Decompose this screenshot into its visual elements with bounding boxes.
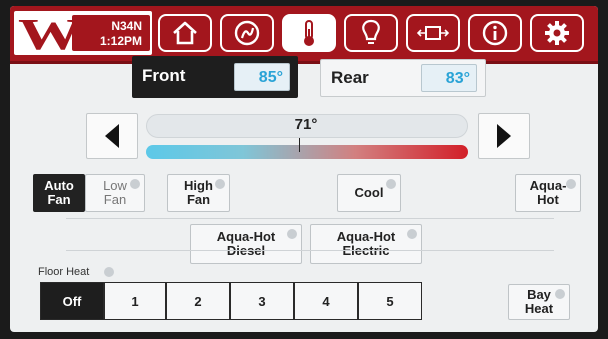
zone-front-button[interactable]: Front 85° [132,56,298,98]
climate-screen: W N34N 1:12PM Front 85° Rear 83° 71° Aut… [10,6,598,332]
zone-rear-label: Rear [331,68,369,87]
aqua-hot-button[interactable]: Aqua- Hot [515,174,581,212]
nav-home-button[interactable] [158,14,212,52]
arrow-left-icon [105,124,119,148]
floor-heat-level-3[interactable]: 3 [230,282,294,320]
setpoint-value: 71° [294,116,318,133]
nav-climate-button[interactable] [282,14,336,52]
floor-heat-level-2[interactable]: 2 [166,282,230,320]
zone-front-temp: 85° [234,63,290,91]
floor-heat-label: Floor Heat [38,266,90,278]
logo-mark: W [18,10,82,59]
zone-rear-button[interactable]: Rear 83° [320,59,486,97]
brand-logo: W N34N 1:12PM [14,10,152,59]
aqua-hot-label-2: Hot [537,192,559,207]
arrow-right-icon [497,124,511,148]
cool-label: Cool [354,185,384,200]
temperature-gradient-bar [146,145,468,159]
generator-icon [234,20,260,46]
aqua-hot-diesel-button[interactable]: Aqua-Hot Diesel [190,224,302,264]
status-panel: N34N 1:12PM [72,15,150,51]
nav-lighting-button[interactable] [344,14,398,52]
aqua-hot-electric-label-2: Electric [342,243,390,258]
coach-id: N34N [111,19,142,33]
top-bar: W N34N 1:12PM [10,6,598,64]
auto-fan-label-1: Auto [44,178,74,193]
zone-front-label: Front [142,66,186,85]
nav-slideout-button[interactable] [406,14,460,52]
aqua-hot-electric-label-1: Aqua-Hot [336,229,396,244]
divider [66,218,554,219]
cool-button[interactable]: Cool [337,174,401,212]
divider [66,250,554,251]
bay-heat-label-2: Heat [524,301,554,316]
bay-heat-button[interactable]: Bay Heat [508,284,570,320]
floor-heat-level-1[interactable]: 1 [104,282,166,320]
high-fan-button[interactable]: High Fan [167,174,230,212]
nav-generator-button[interactable] [220,14,274,52]
bay-heat-indicator [555,289,565,299]
aqua-hot-electric-indicator [407,229,417,239]
aqua-hot-diesel-indicator [287,229,297,239]
low-fan-label-2: Fan [103,192,127,207]
low-fan-indicator [130,179,140,189]
cool-indicator [386,179,396,189]
lightbulb-icon [362,19,380,44]
auto-fan-button[interactable]: Auto Fan [33,174,85,212]
floor-heat-indicator [104,267,114,277]
slideout-icon [417,26,449,40]
auto-fan-label-2: Fan [47,192,71,207]
clock: 1:12PM [99,34,142,48]
low-fan-label-1: Low [103,178,127,193]
aqua-hot-diesel-label-1: Aqua-Hot [216,229,276,244]
setpoint-marker [299,138,300,152]
aqua-hot-diesel-label-2: Diesel [226,243,266,258]
floor-heat-level-4[interactable]: 4 [294,282,358,320]
decrease-temp-button[interactable] [86,113,138,159]
floor-heat-off[interactable]: Off [40,282,104,320]
aqua-hot-label-1: Aqua- [529,178,567,193]
floor-heat-level-5[interactable]: 5 [358,282,422,320]
aqua-hot-indicator [566,179,576,189]
low-fan-button[interactable]: Low Fan [85,174,145,212]
home-icon [173,21,197,45]
nav-info-button[interactable] [468,14,522,52]
nav-settings-button[interactable] [530,14,584,52]
gear-icon [545,21,569,45]
increase-temp-button[interactable] [478,113,530,159]
thermometer-icon [304,20,314,46]
zone-rear-temp: 83° [421,64,477,92]
high-fan-label-1: High [184,178,213,193]
high-fan-indicator [215,179,225,189]
bay-heat-label-1: Bay [527,287,551,302]
high-fan-label-2: Fan [186,192,211,207]
aqua-hot-electric-button[interactable]: Aqua-Hot Electric [310,224,422,264]
info-icon [482,20,508,46]
